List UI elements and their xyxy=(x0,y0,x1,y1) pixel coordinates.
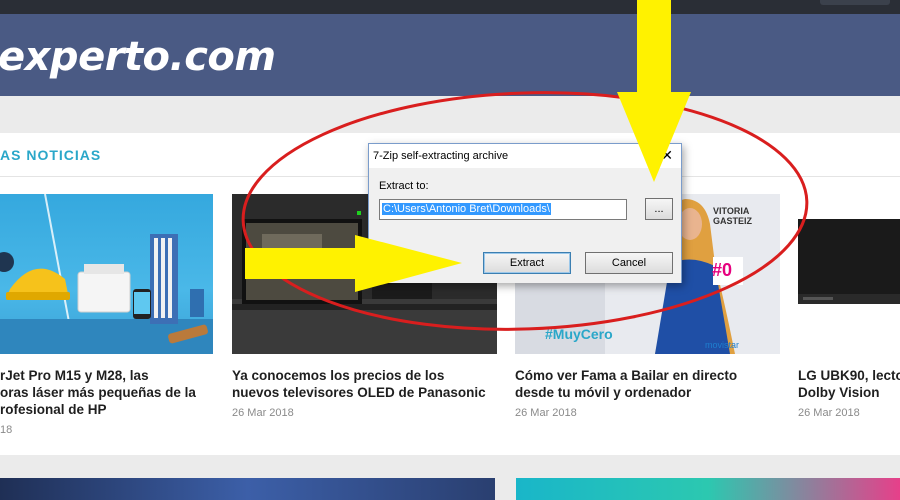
window-controls[interactable] xyxy=(820,0,890,5)
next-row-image-right[interactable] xyxy=(516,478,900,500)
news-image-bluray[interactable] xyxy=(798,194,900,354)
extract-button[interactable]: Extract xyxy=(483,252,571,274)
muycero-hashtag: #MuyCero xyxy=(545,326,613,342)
news-image-printer[interactable] xyxy=(0,194,213,354)
news-title-4[interactable]: LG UBK90, lecto Dolby Vision xyxy=(798,367,900,401)
printer-illustration xyxy=(0,194,213,354)
browse-button[interactable]: ... xyxy=(645,198,673,220)
news-title-2[interactable]: Ya conocemos los precios de los nuevos t… xyxy=(232,367,486,401)
sfx-dialog: 7-Zip self-extracting archive ✕ Extract … xyxy=(368,143,682,283)
news-date-3: 26 Mar 2018 xyxy=(515,407,577,419)
news-title-3[interactable]: Cómo ver Fama a Bailar en directo desde … xyxy=(515,367,737,401)
bluray-illustration xyxy=(798,219,900,304)
news-date-2: 26 Mar 2018 xyxy=(232,407,294,419)
site-logo[interactable]: experto.com xyxy=(0,34,276,80)
close-icon[interactable]: ✕ xyxy=(661,147,673,164)
dialog-title: 7-Zip self-extracting archive xyxy=(373,150,509,162)
site-header: experto.com xyxy=(0,14,900,96)
extract-to-label: Extract to: xyxy=(379,180,429,192)
extract-path-value: C:\Users\Antonio Bret\Downloads\ xyxy=(382,203,551,215)
news-title-1[interactable]: rJet Pro M15 y M28, las oras láser más p… xyxy=(0,367,196,418)
hash-zero-text: #0 xyxy=(712,260,733,280)
section-title: AS NOTICIAS xyxy=(0,147,102,163)
vitoria-gasteiz-logo: VITORIA GASTEIZ xyxy=(713,206,753,226)
dialog-titlebar[interactable]: 7-Zip self-extracting archive ✕ xyxy=(369,144,681,168)
next-row-image-left[interactable] xyxy=(0,478,495,500)
cancel-button[interactable]: Cancel xyxy=(585,252,673,274)
movistar-logo: movistar xyxy=(705,340,740,350)
dialog-body: Extract to: C:\Users\Antonio Bret\Downlo… xyxy=(369,168,681,283)
news-date-4: 26 Mar 2018 xyxy=(798,407,860,419)
news-date-1: 18 xyxy=(0,424,13,436)
browser-top-bar xyxy=(0,0,900,14)
extract-path-input[interactable]: C:\Users\Antonio Bret\Downloads\ xyxy=(379,199,627,220)
